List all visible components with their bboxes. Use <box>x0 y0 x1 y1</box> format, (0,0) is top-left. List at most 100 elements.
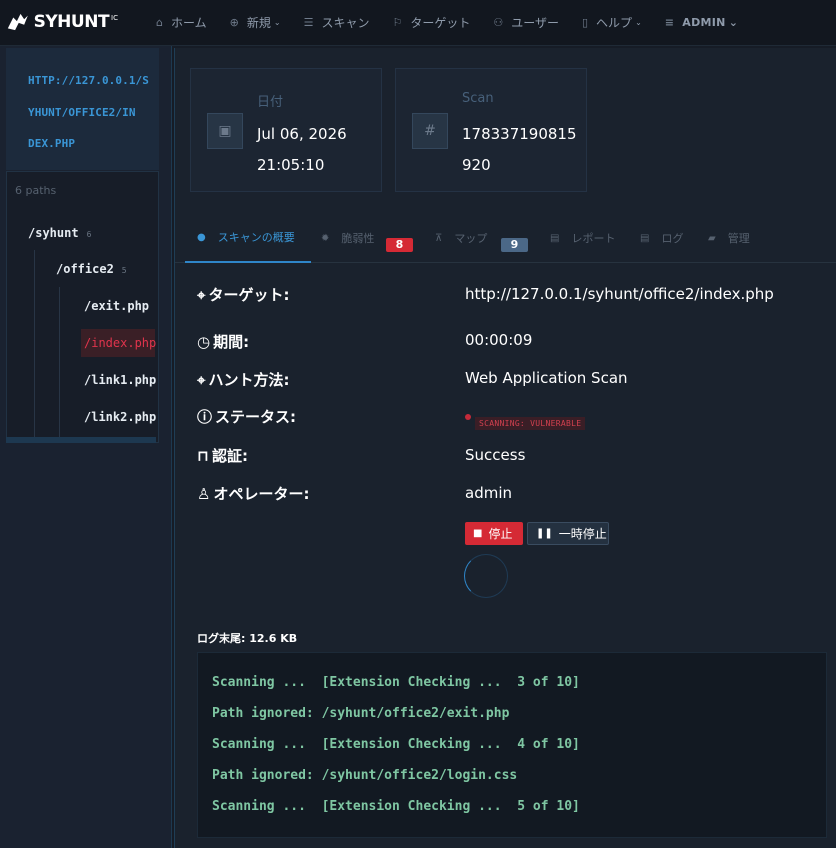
file-log-icon: ▤ <box>640 232 650 244</box>
sitemap-icon: ⊼ <box>435 232 443 244</box>
tab-map[interactable]: ⊼ マップ <box>435 213 487 263</box>
info-circle-icon: ⓘ <box>197 408 213 426</box>
bug-icon: ✹ <box>321 232 330 244</box>
nav-admin[interactable]: ≡ ADMIN ⌄ <box>665 16 738 29</box>
log-output: Scanning ... [Extension Checking ... 3 o… <box>197 652 827 838</box>
brand-mark: IC <box>111 14 118 22</box>
tree-leaf-exit[interactable]: /exit.php <box>81 292 155 320</box>
crosshair-icon: ⌖ <box>197 370 206 389</box>
auth-value: Success <box>465 446 526 464</box>
tree-node-syhunt[interactable]: /syhunt 6 <box>28 226 91 240</box>
vulnerability-count-badge: 8 <box>386 238 413 252</box>
log-line: Scanning ... [Extension Checking ... 5 o… <box>212 799 580 814</box>
nav-scans[interactable]: ☰ スキャン <box>304 14 370 31</box>
stop-button[interactable]: ■ 停止 <box>465 522 523 545</box>
tree-node-count: 5 <box>121 266 127 275</box>
method-value: Web Application Scan <box>465 369 628 387</box>
card-value: 178337190815 920 <box>462 125 577 174</box>
tree-node-label: /office2 <box>56 262 114 276</box>
tree-scrollbar[interactable] <box>6 437 156 443</box>
tab-label: スキャンの概要 <box>217 231 295 244</box>
status-label: ⓘ ステータス: <box>197 406 296 427</box>
status-badge: SCANNING: VULNERABLE <box>475 417 586 430</box>
file-icon: ▤ <box>550 232 560 244</box>
nav-label: ユーザー <box>511 15 559 30</box>
nav-label: ターゲット <box>410 15 471 30</box>
tree-node-count: 6 <box>86 230 92 239</box>
target-url-box[interactable]: HTTP://127.0.0.1/S YHUNT/OFFICE2/IN DEX.… <box>6 48 159 170</box>
tab-manage[interactable]: ▰ 管理 <box>708 213 750 263</box>
log-tail-size: ログ末尾: 12.6 KB <box>197 632 298 645</box>
nav-users[interactable]: ⚇ ユーザー <box>493 14 559 31</box>
auth-label: ⊓ 認証: <box>197 445 248 466</box>
users-icon: ⚇ <box>493 15 504 29</box>
scan-card: # Scan 178337190815 920 <box>395 68 587 192</box>
paths-count: 6 paths <box>15 184 57 197</box>
card-label: Scan <box>462 91 494 106</box>
field-label-text: オペレーター: <box>213 485 310 503</box>
tab-vulnerabilities[interactable]: ✹ 脆弱性 <box>321 213 374 263</box>
tree-leaf-link2[interactable]: /link2.php <box>81 403 156 431</box>
tab-label: レポート <box>571 232 616 245</box>
nav-label: ヘルプ <box>596 15 633 30</box>
tree-leaf-index[interactable]: /index.php <box>81 329 156 357</box>
home-icon: ⌂ <box>156 15 163 29</box>
button-label: 停止 <box>488 527 513 541</box>
user-icon: ♙ <box>197 484 211 503</box>
log-line: Scanning ... [Extension Checking ... 4 o… <box>212 737 580 752</box>
button-label: 一時停止 <box>558 527 607 541</box>
field-label-text: ターゲット: <box>208 286 290 304</box>
tree-node-office2[interactable]: /office2 5 <box>56 262 127 276</box>
log-line: Path ignored: /syhunt/office2/login.css <box>212 768 518 783</box>
tree-guide-line <box>34 250 35 440</box>
brand-logo[interactable]: SYHUNT IC <box>6 8 118 36</box>
date-card: ▣ 日付 Jul 06, 2026 21:05:10 <box>190 68 382 192</box>
list-icon: ☰ <box>303 15 314 29</box>
card-value: Jul 06, 2026 21:05:10 <box>257 125 347 174</box>
tree-node-label: /syhunt <box>28 226 79 240</box>
tab-log[interactable]: ▤ ログ <box>640 213 683 263</box>
lock-icon: ⊓ <box>197 446 209 465</box>
field-label-text: ステータス: <box>215 408 297 426</box>
tree-guide-line <box>59 287 60 440</box>
log-line: Scanning ... [Extension Checking ... 3 o… <box>212 675 580 690</box>
tab-bar: ● スキャンの概要 ✹ 脆弱性 8 ⊼ マップ 9 ▤ レポート ▤ ログ ▰ … <box>175 213 836 263</box>
stop-icon: ■ <box>473 528 483 539</box>
nav-new[interactable]: ⊕ 新規 ⌄ <box>230 14 281 31</box>
book-icon: ▯ <box>581 15 589 29</box>
brand-name: SYHUNT <box>33 12 110 32</box>
status-indicator: SCANNING: VULNERABLE <box>465 414 586 430</box>
crosshair-icon: ⌖ <box>197 285 206 304</box>
pause-button[interactable]: ❚❚ 一時停止 <box>527 522 609 545</box>
briefcase-icon: ▰ <box>708 232 716 244</box>
clock-icon: ◷ <box>197 332 211 351</box>
tab-report[interactable]: ▤ レポート <box>550 213 615 263</box>
nav-home[interactable]: ⌂ ホーム <box>156 14 207 31</box>
tab-summary[interactable]: ● スキャンの概要 <box>185 213 311 263</box>
tab-label: マップ <box>454 232 488 245</box>
nav-help[interactable]: ▯ ヘルプ ⌄ <box>582 14 642 31</box>
tab-label: 管理 <box>727 232 750 245</box>
tree-leaf-link1[interactable]: /link1.php <box>81 366 156 394</box>
field-label-text: ハント方法: <box>208 371 290 389</box>
top-navbar: SYHUNT IC ⌂ ホーム ⊕ 新規 ⌄ ☰ スキャン ⚐ ターゲット ⚇ … <box>0 0 836 46</box>
info-icon: ● <box>197 231 206 243</box>
duration-value: 00:00:09 <box>465 331 533 349</box>
menu-icon: ≡ <box>664 15 675 29</box>
operator-label: ♙ オペレーター: <box>197 483 309 504</box>
loading-spinner <box>464 554 508 598</box>
path-tree: 6 paths /syhunt 6 /office2 5 /exit.php /in… <box>6 171 159 443</box>
chevron-down-icon: ⌄ <box>728 15 739 29</box>
operator-value: admin <box>465 484 512 502</box>
nav-targets[interactable]: ⚐ ターゲット <box>392 14 470 31</box>
bookmark-icon: ⚐ <box>392 15 403 29</box>
chevron-down-icon: ⌄ <box>635 17 642 27</box>
chevron-down-icon: ⌄ <box>273 17 281 27</box>
target-url-line: HTTP://127.0.0.1/S <box>28 74 150 87</box>
nav-label: スキャン <box>321 15 370 30</box>
nav-label: ホーム <box>170 15 207 30</box>
status-dot <box>465 414 471 420</box>
target-url-line: YHUNT/OFFICE2/IN <box>28 106 136 119</box>
field-label-text: 認証: <box>211 447 248 465</box>
card-label: 日付 <box>257 95 284 110</box>
